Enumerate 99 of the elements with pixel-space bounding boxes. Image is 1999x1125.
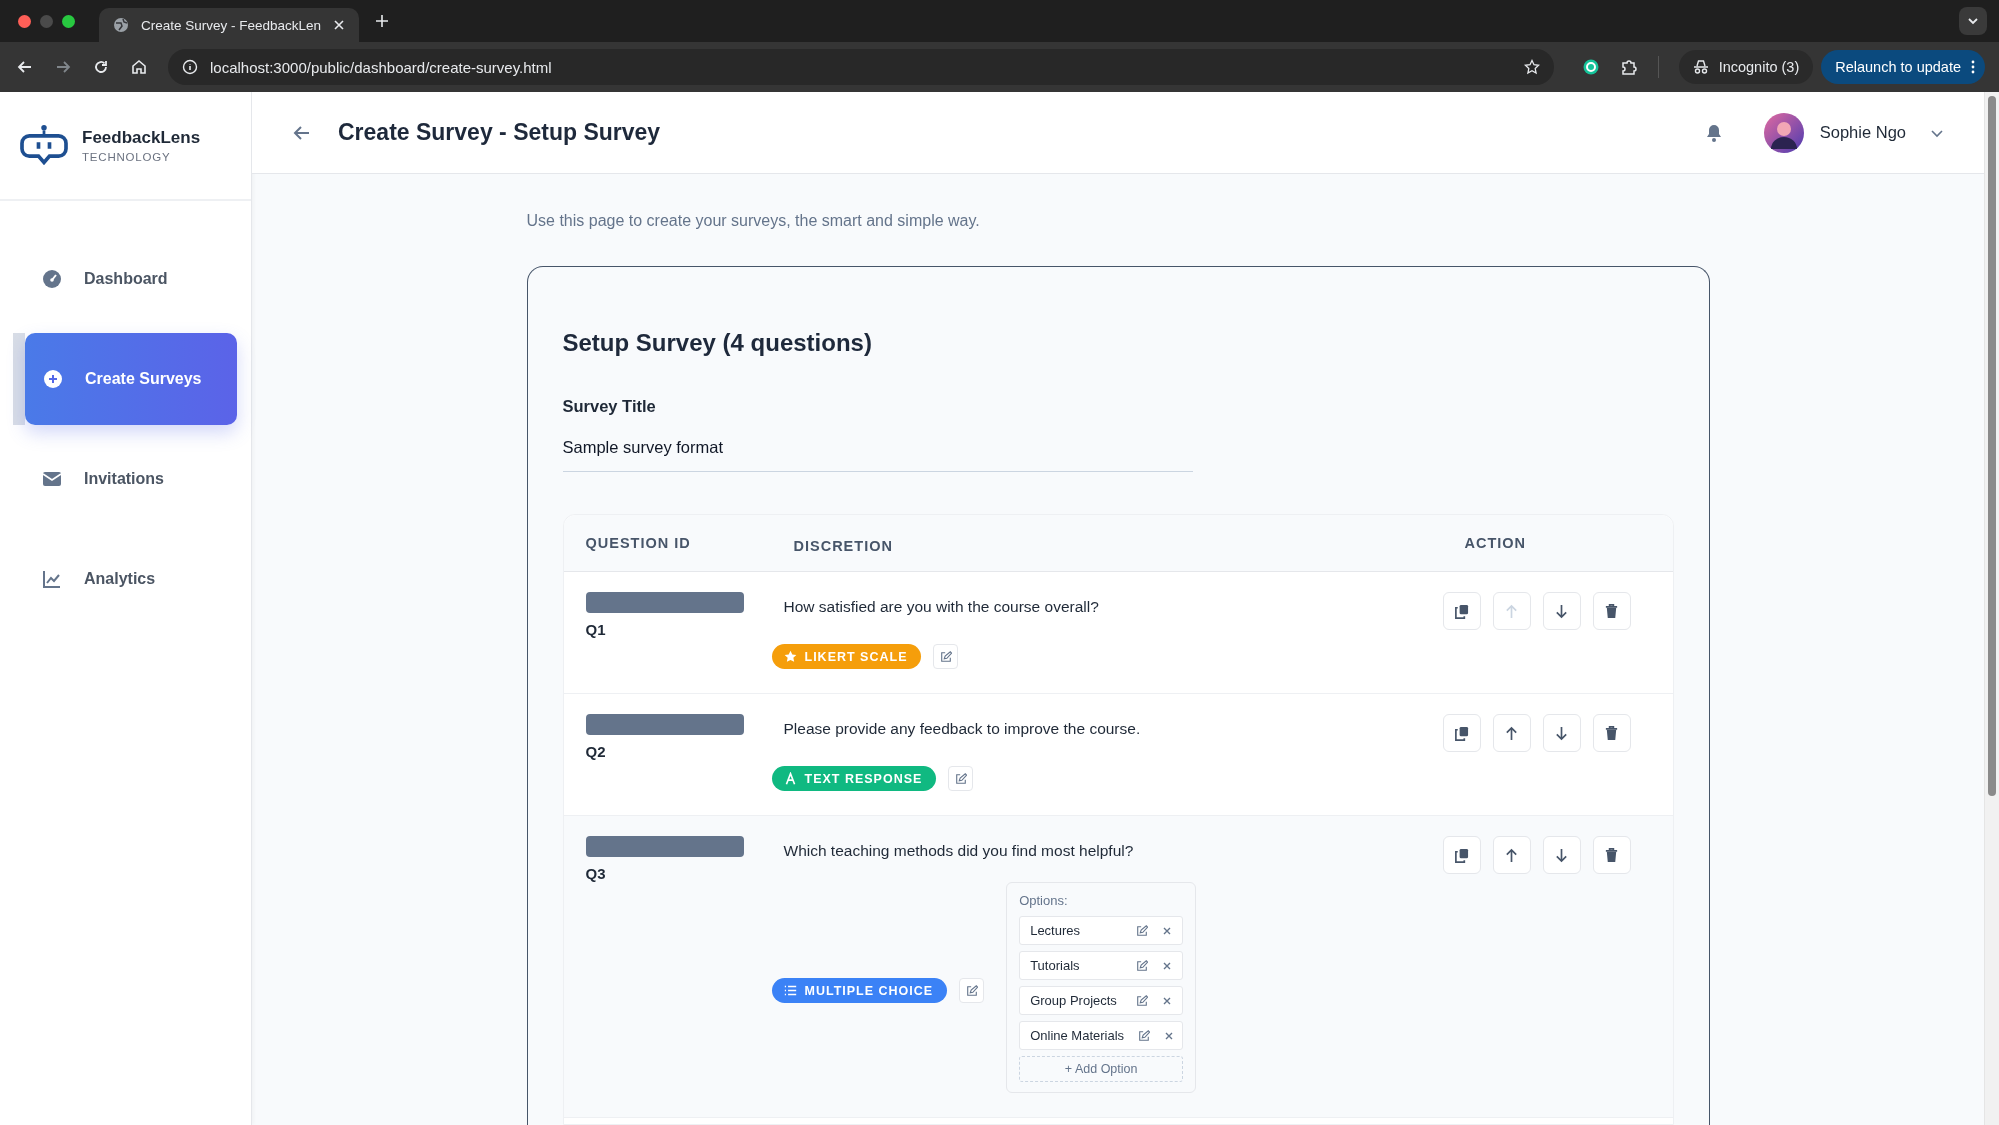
intro-text: Use this page to create your surveys, the smart and simple way. — [526, 212, 981, 230]
list-icon — [783, 984, 797, 997]
avatar — [1763, 112, 1804, 153]
question-type-badge: TEXT RESPONSE — [771, 766, 937, 791]
remove-icon[interactable] — [1162, 995, 1173, 1006]
field-label: Survey Title — [562, 397, 656, 416]
brand-tagline: TECHNOLOGY — [82, 151, 172, 163]
section-heading: Setup Survey (4 questions) — [562, 329, 873, 357]
brand-name: FeedbackLens — [82, 128, 201, 148]
up-button[interactable] — [1492, 836, 1531, 874]
tab-search-button[interactable] — [1959, 7, 1987, 35]
copy-icon — [1454, 725, 1469, 741]
delete-button[interactable] — [1592, 714, 1631, 752]
edit-icon[interactable] — [1136, 994, 1149, 1007]
puzzle-icon[interactable] — [1619, 58, 1638, 76]
question-type-badge: LIKERT SCALE — [771, 644, 922, 669]
question-text: How satisfied are you with the course overall? — [782, 598, 1100, 616]
arrow-up-icon — [1504, 603, 1519, 619]
reload-icon[interactable] — [92, 58, 110, 76]
arrow-up-icon — [1504, 847, 1519, 863]
plus-circle-icon — [43, 369, 63, 389]
trash-icon — [1604, 725, 1619, 741]
sidebar-item[interactable]: Create Surveys — [25, 333, 237, 425]
column-header: DISCRETION — [792, 537, 894, 554]
line-chart-icon — [42, 569, 62, 589]
incognito-icon — [1692, 59, 1709, 75]
delete-button[interactable] — [1592, 592, 1631, 630]
edit-icon — [954, 772, 967, 785]
more-icon — [1971, 60, 1975, 74]
incognito-button[interactable]: Incognito (3) — [1678, 50, 1814, 84]
close-window-dot[interactable] — [18, 14, 31, 28]
gauge-icon — [42, 269, 62, 289]
trash-icon — [1604, 847, 1619, 863]
option-text: Tutorials — [1030, 958, 1081, 973]
scrollbar[interactable] — [1984, 92, 1999, 1125]
option-text: Lectures — [1030, 923, 1082, 938]
arrow-up-icon — [1504, 725, 1519, 741]
duplicate-button[interactable] — [1442, 714, 1481, 752]
star-icon — [783, 650, 797, 663]
question-text: Which teaching methods did you find most helpful? — [782, 842, 1135, 860]
close-icon[interactable] — [333, 19, 346, 31]
edit-icon[interactable] — [1138, 1029, 1151, 1042]
edit-icon[interactable] — [1136, 959, 1149, 972]
duplicate-button[interactable] — [1442, 592, 1481, 630]
envelope-icon — [42, 469, 62, 489]
arrow-down-icon — [1554, 725, 1569, 741]
chevron-down-icon — [1967, 15, 1979, 27]
minimize-window-dot[interactable] — [40, 14, 53, 28]
remove-icon[interactable] — [1164, 1030, 1175, 1041]
edit-button[interactable] — [959, 978, 985, 1003]
down-button[interactable] — [1542, 592, 1581, 630]
duplicate-button[interactable] — [1442, 836, 1481, 874]
option-text: Group Projects — [1030, 993, 1118, 1008]
copy-icon — [1454, 603, 1469, 619]
url-text: localhost:3000/public/dashboard/create-survey.html — [210, 58, 552, 76]
font-icon — [783, 772, 797, 785]
edit-button[interactable] — [933, 644, 959, 669]
remove-icon[interactable] — [1162, 925, 1173, 936]
sidebar-item[interactable]: Analytics — [13, 533, 237, 625]
option-text: Online Materials — [1030, 1028, 1125, 1043]
home-icon[interactable] — [130, 58, 148, 76]
question-text: Please provide any feedback to improve the course. — [782, 720, 1142, 738]
star-icon[interactable] — [1523, 59, 1540, 75]
down-button[interactable] — [1542, 714, 1581, 752]
question-id: Q1 — [585, 621, 607, 638]
question-id: Q2 — [585, 743, 607, 760]
question-id: Q3 — [585, 865, 607, 882]
arrow-down-icon — [1554, 847, 1569, 863]
column-header: QUESTION ID — [584, 535, 692, 551]
options-label: Options: — [1019, 893, 1069, 908]
edit-icon — [940, 650, 952, 663]
survey-title-field[interactable]: Sample survey format — [562, 438, 1193, 472]
new-tab-icon[interactable] — [375, 14, 390, 28]
extension-circle-icon[interactable] — [1581, 58, 1600, 76]
delete-button[interactable] — [1592, 836, 1631, 874]
remove-icon[interactable] — [1162, 960, 1173, 971]
copy-icon — [1454, 847, 1469, 863]
user-menu[interactable]: Sophie Ngo — [1763, 112, 1944, 153]
trash-icon — [1604, 603, 1619, 619]
globe-icon — [113, 17, 129, 33]
question-type-badge: MULTIPLE CHOICE — [771, 978, 948, 1003]
edit-icon[interactable] — [1136, 924, 1149, 937]
edit-icon — [965, 984, 978, 997]
maximize-window-dot[interactable] — [62, 14, 75, 28]
tab-title: Create Survey - FeedbackLen — [141, 17, 322, 33]
sidebar-item[interactable]: Dashboard — [13, 233, 237, 325]
arrow-down-icon — [1554, 603, 1569, 619]
relaunch-button[interactable]: Relaunch to update — [1821, 50, 1985, 84]
robot-chat-logo-icon — [20, 123, 68, 168]
column-header: ACTION — [1463, 535, 1528, 551]
info-icon[interactable] — [182, 59, 198, 75]
down-button[interactable] — [1542, 836, 1581, 874]
sidebar-item[interactable]: Invitations — [13, 433, 237, 525]
page-title: Create Survey - Setup Survey — [338, 119, 661, 146]
address-bar[interactable]: localhost:3000/public/dashboard/create-survey.html — [168, 49, 1554, 85]
add-option-button[interactable]: + Add Option — [1019, 1056, 1184, 1082]
edit-button[interactable] — [948, 766, 974, 791]
up-button[interactable] — [1492, 714, 1531, 752]
browser-tab[interactable]: Create Survey - FeedbackLen — [99, 8, 360, 42]
